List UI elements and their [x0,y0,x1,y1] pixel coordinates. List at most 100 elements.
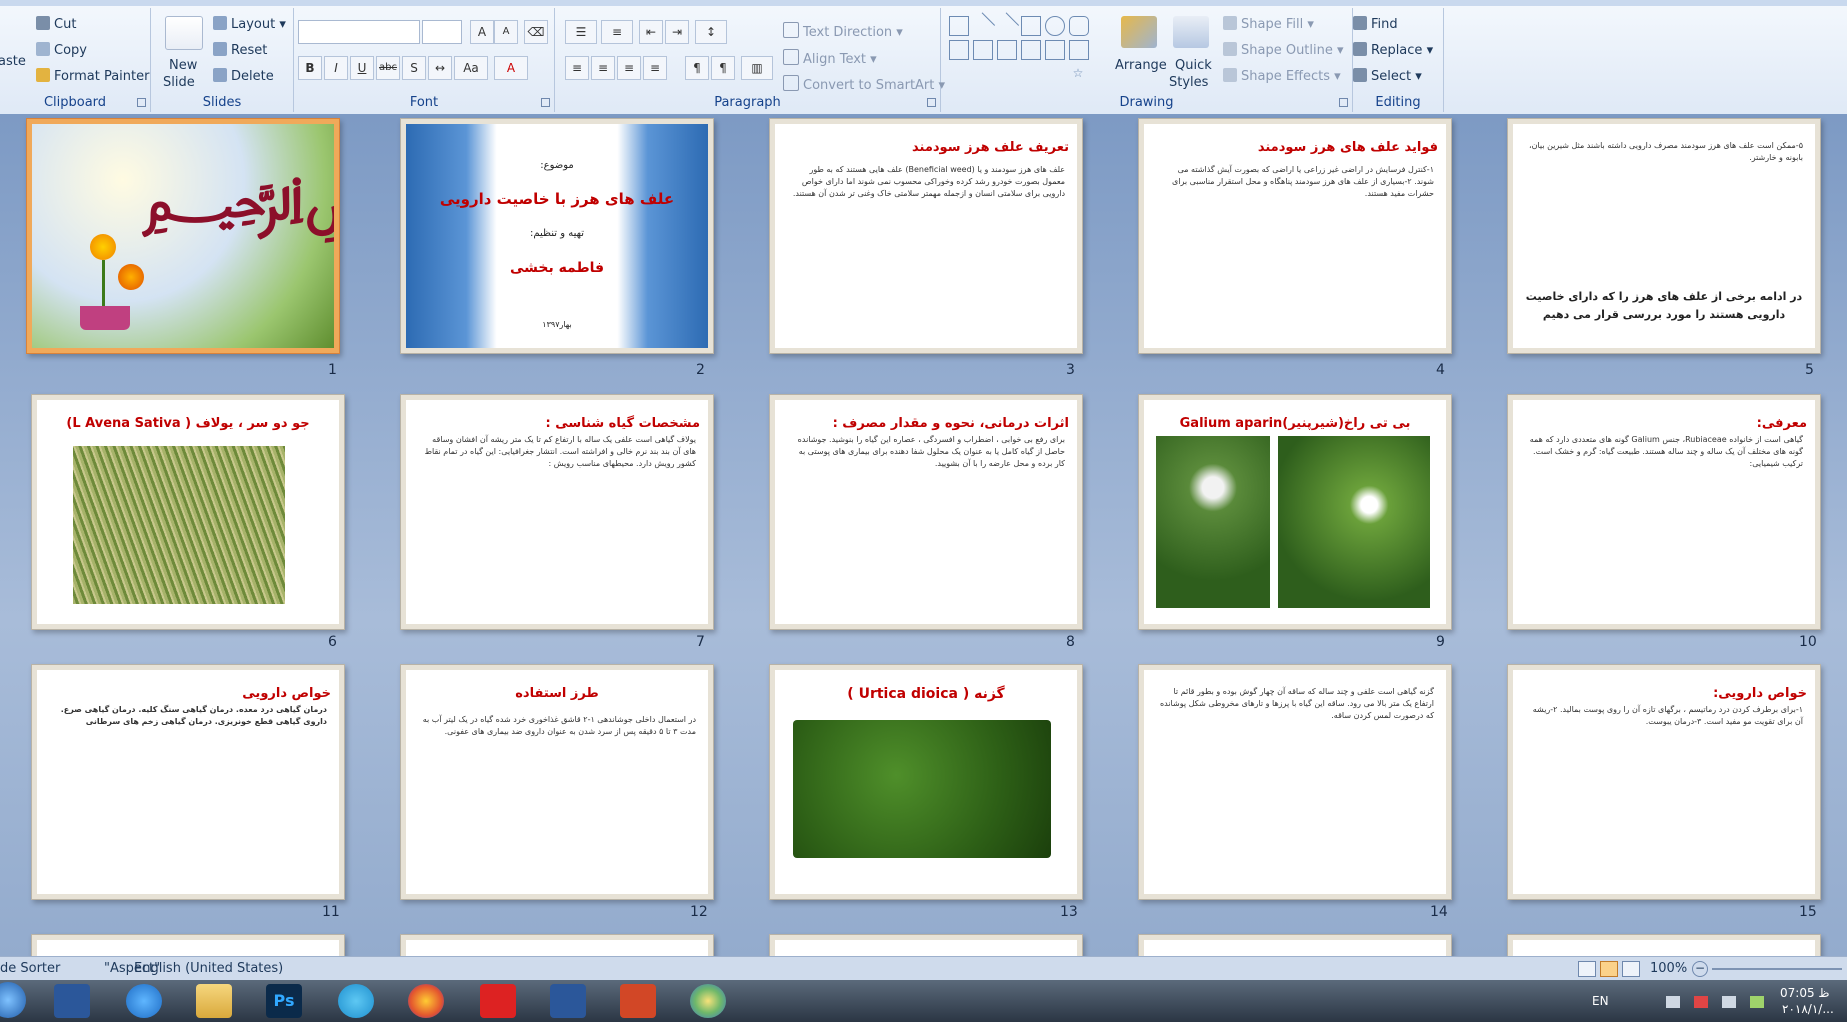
slide-thumbnail-12[interactable]: طرز استفاده در استعمال داخلی جوشاندهی ۱-… [406,670,708,894]
pentagon-shape-icon[interactable] [1045,40,1065,60]
brace-right-shape-icon[interactable] [1045,64,1063,82]
curved-connector-icon[interactable] [997,40,1017,60]
font-launcher-icon[interactable] [541,98,550,107]
down-arrow-shape-icon[interactable] [1069,40,1089,60]
slide-thumbnail-4[interactable]: فواید علف های هرز سودمند ۱-کنترل فرسایش … [1144,124,1446,348]
shape-effects-button[interactable]: Shape Effects ▾ [1223,68,1341,84]
file-explorer-icon[interactable] [196,984,232,1018]
justify-icon[interactable]: ≡ [643,56,667,80]
slide-thumbnail-5[interactable]: ۵-ممکن است علف های هرز سودمند مصرف داروی… [1513,124,1815,348]
elbow-connector-icon[interactable] [973,40,993,60]
clock-time[interactable]: 07:05 ظ [1780,986,1830,1000]
photoshop-icon[interactable]: Ps [266,984,302,1018]
curve-shape-icon[interactable] [949,64,967,82]
strikethrough-button[interactable]: abc [376,56,400,80]
freeform-shape-icon[interactable] [973,64,991,82]
network-icon[interactable] [1666,996,1680,1008]
normal-view-icon[interactable] [1578,961,1596,977]
char-spacing-icon[interactable]: ↔ [428,56,452,80]
pdf-reader-icon[interactable] [480,984,516,1018]
rectangle-shape-icon[interactable] [1021,16,1041,36]
start-button-icon[interactable] [0,982,26,1018]
brace-shape-icon[interactable] [1021,64,1039,82]
slide-thumbnail-18-partial[interactable] [775,940,1077,956]
new-slide-label-1[interactable]: New [169,58,197,73]
input-language[interactable]: EN [1592,994,1609,1008]
status-language[interactable]: English (United States) [134,961,283,976]
italic-button[interactable]: I [324,56,348,80]
word-document-icon[interactable] [550,984,586,1018]
slide-sorter-view-icon[interactable] [1600,961,1618,977]
right-arrow-shape-icon[interactable] [1021,40,1041,60]
new-slide-icon[interactable] [165,16,203,50]
arc-shape-icon[interactable] [997,64,1015,82]
triangle-shape-icon[interactable] [949,40,969,60]
slide-thumbnail-20-partial[interactable] [1513,940,1815,956]
rounded-rect-shape-icon[interactable] [1069,16,1089,36]
underline-button[interactable]: U [350,56,374,80]
format-painter-button[interactable]: Format Painter [36,68,149,84]
font-size-combo[interactable] [422,20,462,44]
slide-thumbnail-13[interactable]: گزنه ( Urtica dioica ) [775,670,1077,894]
align-right-icon[interactable]: ≡ [617,56,641,80]
replace-button[interactable]: Replace ▾ [1353,42,1433,58]
arrow-shape-icon[interactable] [992,12,1020,39]
slideshow-view-icon[interactable] [1622,961,1640,977]
slide-thumbnail-15[interactable]: خواص دارویی: ۱-برای برطرف کردن درد رماتی… [1513,670,1815,894]
find-button[interactable]: Find [1353,16,1398,32]
bullets-icon[interactable]: ☰ [565,20,597,44]
slide-thumbnail-1[interactable]: ﷽ [32,124,334,348]
select-button[interactable]: Select ▾ [1353,68,1422,84]
word-icon[interactable] [54,984,90,1018]
flag-icon[interactable] [1694,996,1708,1008]
font-name-combo[interactable] [298,20,420,44]
slide-thumbnail-19-partial[interactable] [1144,940,1446,956]
line-spacing-icon[interactable]: ↕ [695,20,727,44]
drawing-launcher-icon[interactable] [1339,98,1348,107]
battery-icon[interactable] [1750,996,1764,1008]
copy-button[interactable]: Copy [36,42,87,58]
slide-thumbnail-17-partial[interactable] [406,940,708,956]
rtl-icon[interactable]: ¶ [685,56,709,80]
change-case-button[interactable]: Aa [454,56,488,80]
clear-format-icon[interactable]: ⌫ [524,20,548,44]
new-slide-label-2[interactable]: Slide [163,75,195,90]
convert-smartart-button[interactable]: Convert to SmartArt ▾ [783,75,945,93]
arrange-button[interactable]: Arrange [1115,58,1167,73]
increase-indent-icon[interactable]: ⇥ [665,20,689,44]
columns-icon[interactable]: ▥ [741,56,773,80]
quick-styles-icon[interactable] [1173,16,1209,48]
paint-icon[interactable] [690,984,726,1018]
slide-thumbnail-16-partial[interactable] [37,940,339,956]
shadow-button[interactable]: S [402,56,426,80]
textbox-shape-icon[interactable] [949,16,969,36]
clipboard-launcher-icon[interactable] [137,98,146,107]
zoom-slider[interactable] [1712,968,1842,970]
volume-icon[interactable] [1722,996,1736,1008]
paragraph-launcher-icon[interactable] [927,98,936,107]
layout-button[interactable]: Layout ▾ [213,16,286,32]
cut-button[interactable]: Cut [36,16,76,32]
text-direction-button[interactable]: Text Direction ▾ [783,22,903,40]
paste-button[interactable]: aste [0,54,26,69]
grow-font-button[interactable]: A [470,20,494,44]
ltr-icon[interactable]: ¶ [711,56,735,80]
zoom-out-icon[interactable]: − [1692,961,1708,977]
line-shape-icon[interactable] [968,12,996,39]
shrink-font-button[interactable]: A [494,20,518,44]
align-text-button[interactable]: Align Text ▾ [783,49,877,67]
slide-thumbnail-2[interactable]: موضوع: علف های هرز با خاصیت دارویی تهیه … [406,124,708,348]
slide-thumbnail-10[interactable]: معرفی: گیاهی است از خانواده Rubiaceae، ج… [1513,400,1815,624]
slide-thumbnail-14[interactable]: گزنه گیاهی است علفی و چند ساله که ساقه آ… [1144,670,1446,894]
quick-styles-label-2[interactable]: Styles [1169,75,1208,90]
font-color-button[interactable]: A [494,56,528,80]
oval-shape-icon[interactable] [1045,16,1065,36]
slide-thumbnail-8[interactable]: اثرات درمانی، نحوه و مقدار مصرف : برای ر… [775,400,1077,624]
quick-styles-label-1[interactable]: Quick [1175,58,1212,73]
shape-outline-button[interactable]: Shape Outline ▾ [1223,42,1344,58]
internet-explorer-icon[interactable] [126,984,162,1018]
zoom-level[interactable]: 100% [1650,961,1687,976]
reset-button[interactable]: Reset [213,42,267,58]
slide-thumbnail-3[interactable]: تعریف علف هرز سودمند علف های هرز سودمند … [775,124,1077,348]
shape-fill-button[interactable]: Shape Fill ▾ [1223,16,1314,32]
